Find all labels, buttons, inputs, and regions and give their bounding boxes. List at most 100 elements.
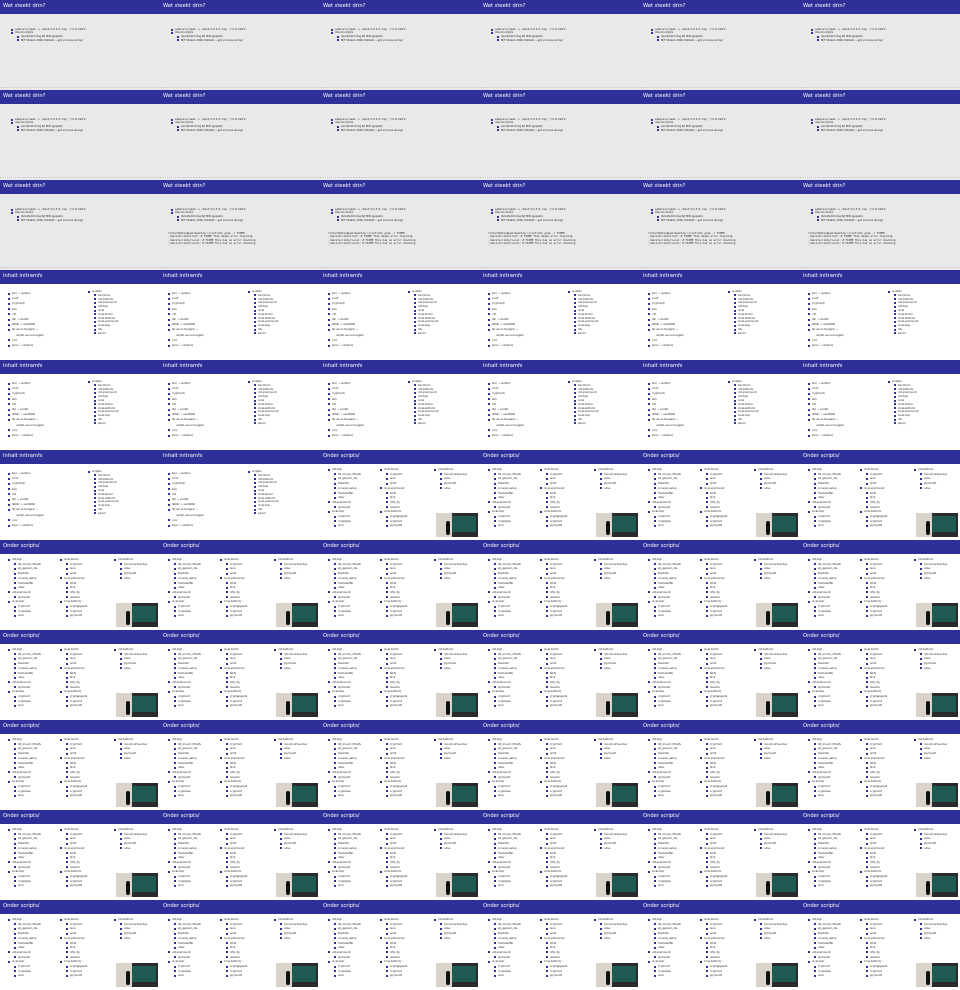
slide-thumbnail-onder[interactable]: Onder scripts/init-top/00_mount_dfcelfs a… xyxy=(0,810,160,900)
slide-thumbnail-onder[interactable]: Onder scripts/init-top/00_mount_dfcelfs a… xyxy=(480,540,640,630)
slide-thumbnail-onder[interactable]: Onder scripts/init-top/00_mount_dfcelfs a… xyxy=(640,720,800,810)
slide-text-line: scripts/ xyxy=(252,380,262,383)
slide-thumbnail-onder[interactable]: Onder scripts/init-top/00_mount_dfcelfs a… xyxy=(0,900,160,990)
slide-content: samplers/naam -> /boot/initrd.img '/init… xyxy=(800,196,960,270)
slide-thumbnail-wat[interactable]: Wat steekt drin? samplers/naam -> /boot/i… xyxy=(640,90,800,180)
slide-thumbnail-onder[interactable]: Onder scripts/init-top/00_mount_dfcelfs a… xyxy=(640,540,800,630)
bullet-icon xyxy=(894,403,896,406)
slide-thumbnail-onder[interactable]: Onder scripts/init-top/00_mount_dfcelfs a… xyxy=(320,720,480,810)
slide-thumbnail-onder[interactable]: Onder scripts/init-top/00_mount_dfcelfs a… xyxy=(160,630,320,720)
slide-text-line: resume xyxy=(70,865,80,869)
slide-thumbnail-wat[interactable]: Wat steekt drin? samplers/naam -> /boot/i… xyxy=(320,0,480,90)
slide-thumbnail-onder[interactable]: Onder scripts/init-top/00_mount_dfcelfs a… xyxy=(0,540,160,630)
slide-text-line: udev xyxy=(444,477,451,481)
slide-text-line: local-top/ xyxy=(738,414,751,418)
slide-thumbnail-inhalt[interactable]: Inhalt initramfs bin/ → usr/bin/conf/cryp… xyxy=(160,360,320,450)
slide-thumbnail-wat[interactable]: Wat steekt drin? samplers/naam -> /boot/i… xyxy=(800,0,960,90)
bullet-icon xyxy=(860,738,862,741)
slide-text-line: init-top/ xyxy=(812,648,823,651)
bullet-icon xyxy=(174,965,176,968)
slide-text-line: init-bottom/ xyxy=(278,918,294,921)
slide-thumbnail-onder[interactable]: Onder scripts/init-top/00_mount_dfcelfs a… xyxy=(640,810,800,900)
bullet-icon xyxy=(808,297,810,300)
slide-thumbnail-inhalt[interactable]: Inhalt initramfs bin/ → usr/bin/conf/cryp… xyxy=(800,270,960,360)
slide-thumbnail-inhalt[interactable]: Inhalt initramfs bin/ → usr/bin/conf/cryp… xyxy=(160,270,320,360)
slide-thumbnail-onder[interactable]: Onder scripts/init-top/00_mount_dfcelfs a… xyxy=(480,900,640,990)
slide-thumbnail-inhalt[interactable]: Inhalt initramfs bin/ → usr/bin/conf/cryp… xyxy=(480,360,640,450)
slide-text-line: init-bottom/ xyxy=(278,558,294,561)
slide-thumbnail-onder[interactable]: Onder scripts/init-top/00_mount_dfcelfs a… xyxy=(160,540,320,630)
slide-text-line: init-premount/ xyxy=(738,301,757,305)
slide-thumbnail-onder[interactable]: Onder scripts/init-top/00_mount_dfcelfs a… xyxy=(800,810,960,900)
slide-thumbnail-inhalt[interactable]: Inhalt initramfs bin/ → usr/bin/conf/cryp… xyxy=(0,450,160,540)
slide-text-line: init-premount/ xyxy=(898,301,917,305)
slide-thumbnail-onder[interactable]: Onder scripts/init-top/00_mount_dfcelfs a… xyxy=(0,720,160,810)
slide-thumbnail-inhalt[interactable]: Inhalt initramfs bin/ → usr/bin/conf/cryp… xyxy=(640,270,800,360)
slide-thumbnail-inhalt[interactable]: Inhalt initramfs bin/ → usr/bin/conf/cryp… xyxy=(160,450,320,540)
slide-text-line: iscsi xyxy=(390,837,396,841)
slide-thumbnail-wat[interactable]: Wat steekt drin? samplers/naam -> /boot/i… xyxy=(160,0,320,90)
slide-text-line: run/ xyxy=(812,338,818,342)
slide-thumbnail-wat[interactable]: Wat steekt drin? samplers/naam -> /boot/i… xyxy=(0,0,160,90)
bullet-icon xyxy=(14,747,16,750)
slide-text-line: framebuffer xyxy=(178,851,194,855)
slide-thumbnail-onder[interactable]: Onder scripts/init-top/00_mount_dfcelfs a… xyxy=(640,630,800,720)
slide-thumbnail-onder[interactable]: Onder scripts/init-top/00_mount_dfcelfs a… xyxy=(800,900,960,990)
bullet-icon xyxy=(814,482,816,485)
slide-thumbnail-wat[interactable]: Wat steekt drin? samplers/naam -> /boot/i… xyxy=(160,90,320,180)
slide-thumbnail-wat[interactable]: Wat steekt drin? samplers/naam -> /boot/i… xyxy=(0,180,160,270)
slide-text-line: udev xyxy=(18,676,25,680)
slide-thumbnail-inhalt[interactable]: Inhalt initramfs bin/ → usr/bin/conf/cryp… xyxy=(0,360,160,450)
slide-thumbnail-inhalt[interactable]: Inhalt initramfs bin/ → usr/bin/conf/cryp… xyxy=(0,270,160,360)
slide-thumbnail-onder[interactable]: Onder scripts/init-top/00_mount_dfcelfs a… xyxy=(320,540,480,630)
slide-thumbnail-onder[interactable]: Onder scripts/init-top/00_mount_dfcelfs a… xyxy=(480,720,640,810)
slide-thumbnail-wat[interactable]: Wat steekt drin? samplers/naam -> /boot/i… xyxy=(480,90,640,180)
slide-title-bar: Onder scripts/ xyxy=(800,720,960,734)
slide-thumbnail-inhalt[interactable]: Inhalt initramfs bin/ → usr/bin/conf/cryp… xyxy=(320,360,480,450)
slide-thumbnail-onder[interactable]: Onder scripts/init-top/00_mount_dfcelfs a… xyxy=(800,630,960,720)
slide-thumbnail-onder[interactable]: Onder scripts/init-top/00_mount_dfcelfs a… xyxy=(160,810,320,900)
slide-thumbnail-onder[interactable]: Onder scripts/init-top/00_mount_dfcelfs a… xyxy=(320,900,480,990)
slide-thumbnail-onder[interactable]: Onder scripts/init-top/00_mount_dfcelfs a… xyxy=(800,450,960,540)
slide-thumbnail-wat[interactable]: Wat steekt drin? samplers/naam -> /boot/i… xyxy=(800,180,960,270)
slide-thumbnail-wat[interactable]: Wat steekt drin? samplers/naam -> /boot/i… xyxy=(160,180,320,270)
slide-thumbnail-onder[interactable]: Onder scripts/init-top/00_mount_dfcelfs a… xyxy=(320,810,480,900)
slide-thumbnail-inhalt[interactable]: Inhalt initramfs bin/ → usr/bin/conf/cryp… xyxy=(320,270,480,360)
slide-text-line: udev xyxy=(338,496,345,500)
slide-thumbnail-wat[interactable]: Wat steekt drin? samplers/naam -> /boot/i… xyxy=(640,0,800,90)
slide-thumbnail-onder[interactable]: Onder scripts/init-top/00_mount_dfcelfs a… xyxy=(480,450,640,540)
slide-thumbnail-onder[interactable]: Onder scripts/init-top/00_mount_dfcelfs a… xyxy=(160,900,320,990)
slide-thumbnail-onder[interactable]: Onder scripts/init-top/00_mount_dfcelfs a… xyxy=(160,720,320,810)
slide-thumbnail-inhalt[interactable]: Inhalt initramfs bin/ → usr/bin/conf/cryp… xyxy=(480,270,640,360)
slide-text-line: framebuffer xyxy=(338,941,354,945)
slide-text-line: Ubuntu 24.04 xyxy=(495,31,513,35)
slide-thumbnail-inhalt[interactable]: Inhalt initramfs bin/ → usr/bin/conf/cryp… xyxy=(800,360,960,450)
slide-thumbnail-onder[interactable]: Onder scripts/init-top/00_mount_dfcelfs a… xyxy=(480,810,640,900)
slide-text-line: local-top/ xyxy=(812,780,825,784)
bullet-icon xyxy=(914,648,916,651)
slide-thumbnail-onder[interactable]: Onder scripts/init-top/00_mount_dfcelfs a… xyxy=(640,450,800,540)
slide-thumbnail-onder[interactable]: Onder scripts/init-top/00_mount_dfcelfs a… xyxy=(0,630,160,720)
slide-text-line: plymouth xyxy=(18,865,31,869)
bullet-icon xyxy=(654,847,656,850)
slide-thumbnail-wat[interactable]: Wat steekt drin? samplers/naam -> /boot/i… xyxy=(480,180,640,270)
slide-text-line: ntfs_3g xyxy=(870,770,880,774)
slide-text-line: init-premount/ xyxy=(418,301,437,305)
slide-thumbnail-inhalt[interactable]: Inhalt initramfs bin/ → usr/bin/conf/cryp… xyxy=(640,360,800,450)
slide-thumbnail-onder[interactable]: Onder scripts/init-top/00_mount_dfcelfs a… xyxy=(320,450,480,540)
slide-thumbnail-onder[interactable]: Onder scripts/init-top/00_mount_dfcelfs a… xyxy=(640,900,800,990)
slide-thumbnail-onder[interactable]: Onder scripts/init-top/00_mount_dfcelfs a… xyxy=(480,630,640,720)
slide-text-line: local-block/ xyxy=(704,918,719,921)
slide-thumbnail-wat[interactable]: Wat steekt drin? samplers/naam -> /boot/i… xyxy=(800,90,960,180)
bullet-icon xyxy=(654,927,656,930)
bullet-icon xyxy=(174,667,176,670)
slide-thumbnail-wat[interactable]: Wat steekt drin? samplers/naam -> /boot/i… xyxy=(320,180,480,270)
slide-thumbnail-wat[interactable]: Wat steekt drin? samplers/naam -> /boot/i… xyxy=(320,90,480,180)
slide-thumbnail-onder[interactable]: Onder scripts/init-top/00_mount_dfcelfs a… xyxy=(320,630,480,720)
slide-thumbnail-onder[interactable]: Onder scripts/init-top/00_mount_dfcelfs a… xyxy=(800,540,960,630)
slide-thumbnail-wat[interactable]: Wat steekt drin? samplers/naam -> /boot/i… xyxy=(640,180,800,270)
slide-thumbnail-wat[interactable]: Wat steekt drin? samplers/naam -> /boot/i… xyxy=(0,90,160,180)
slide-thumbnail-wat[interactable]: Wat steekt drin? samplers/naam -> /boot/i… xyxy=(480,0,640,90)
slide-thumbnail-onder[interactable]: Onder scripts/init-top/00_mount_dfcelfs a… xyxy=(800,720,960,810)
bullet-icon xyxy=(226,884,228,887)
